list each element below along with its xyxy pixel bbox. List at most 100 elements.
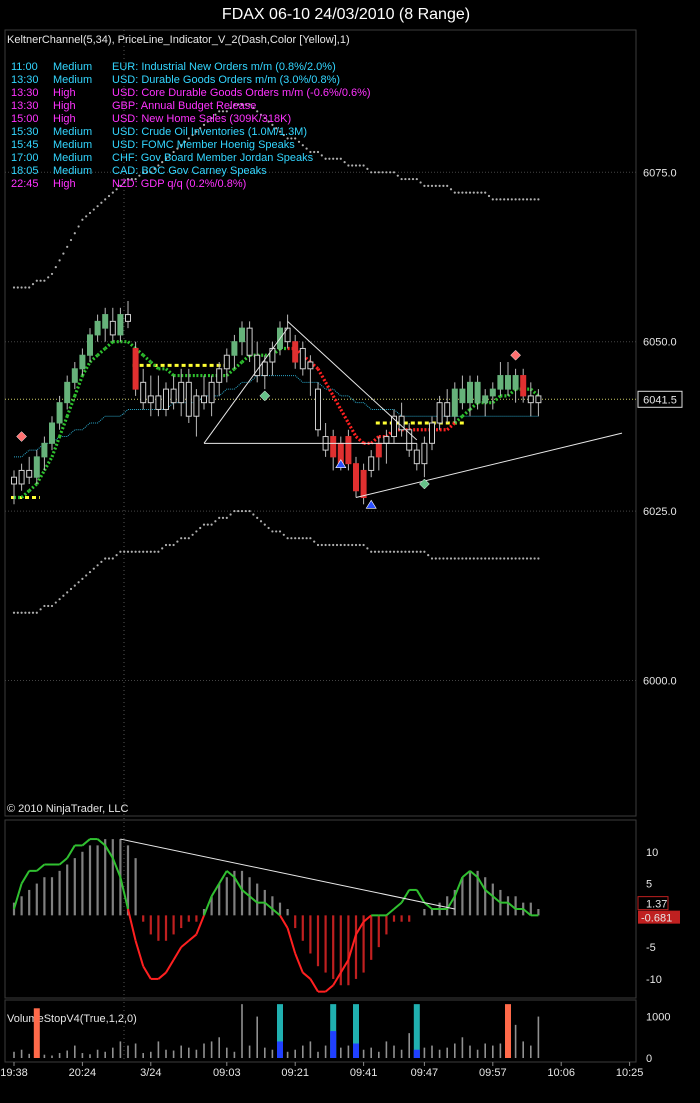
volume-bar xyxy=(378,1051,380,1058)
candle xyxy=(216,362,223,396)
keltner-lower-dot xyxy=(499,557,502,560)
volume-bar xyxy=(233,1051,236,1058)
candle-body xyxy=(451,388,458,417)
keltner-upper-dot xyxy=(537,198,540,201)
keltner-upper-dot xyxy=(66,245,69,248)
volume-bar xyxy=(446,1047,448,1058)
volume-panel[interactable]: VolumeStopV4(True,1,2,0) 1000 0 xyxy=(4,999,670,1065)
volume-bar xyxy=(226,1047,228,1058)
keltner-upper-dot xyxy=(373,171,377,174)
keltner-upper-dot xyxy=(305,147,308,150)
candle xyxy=(71,362,78,390)
keltner-lower-dot xyxy=(430,557,434,560)
macd-signal-segment xyxy=(309,978,319,993)
volume-bar xyxy=(362,1049,365,1058)
ma-fast-segment xyxy=(339,408,350,424)
macd-y-tick-label: 10 xyxy=(646,847,658,859)
volume-indicator-label: VolumeStopV4(True,1,2,0) xyxy=(7,1013,137,1025)
keltner-lower-dot xyxy=(161,547,164,550)
chart-title: FDAX 06-10 24/03/2010 (8 Range) xyxy=(222,6,470,23)
event-impact: Medium xyxy=(53,126,92,138)
candle-body xyxy=(421,442,428,465)
candle xyxy=(49,416,55,451)
volume-bar xyxy=(165,1049,167,1058)
keltner-upper-dot xyxy=(343,161,346,164)
keltner-upper-dot xyxy=(533,198,536,201)
event-time: 13:30 xyxy=(11,100,39,112)
keltner-lower-dot xyxy=(85,574,88,577)
candle-body xyxy=(109,320,116,336)
keltner-lower-dot xyxy=(438,557,441,560)
candlesticks[interactable] xyxy=(11,301,542,505)
keltner-upper-dot xyxy=(20,286,23,289)
keltner-upper-dot xyxy=(88,211,92,215)
keltner-lower-dot xyxy=(537,557,540,560)
price-y-tick-label: 6050.0 xyxy=(643,337,677,349)
keltner-lower-dot xyxy=(427,554,430,557)
macd-signal-segment xyxy=(172,946,183,961)
keltner-lower-dot xyxy=(256,516,259,519)
candle xyxy=(239,321,245,356)
volume-bar xyxy=(256,1016,258,1058)
ma-fast-segment xyxy=(491,394,502,404)
volume-bar xyxy=(309,1041,312,1058)
keltner-lower-dot xyxy=(491,557,494,560)
macd-panel[interactable]: 10 5 -5 -10 1.37 -0.681 xyxy=(4,819,680,999)
volume-bar xyxy=(492,1045,494,1058)
keltner-lower-dot xyxy=(233,509,236,513)
keltner-upper-dot xyxy=(362,164,365,167)
candle xyxy=(520,368,527,403)
keltner-upper-dot xyxy=(100,201,103,204)
keltner-lower-dot xyxy=(278,530,282,533)
candle xyxy=(413,443,420,471)
keltner-lower-dot xyxy=(514,557,517,560)
keltner-lower-dot xyxy=(92,567,95,570)
candle xyxy=(140,368,147,410)
keltner-lower-dot xyxy=(411,550,415,553)
candle xyxy=(451,382,458,423)
keltner-lower-dot xyxy=(138,550,141,553)
x-tick-label: 10:25 xyxy=(616,1067,644,1079)
keltner-upper-dot xyxy=(484,191,487,194)
candle-body xyxy=(94,320,101,336)
volume-bar xyxy=(89,1054,91,1058)
volume-bar xyxy=(423,1047,426,1058)
keltner-lower-dot xyxy=(168,543,171,547)
ma-fast-segment xyxy=(126,340,137,350)
keltner-lower-dot xyxy=(503,557,506,560)
volume-bar xyxy=(33,1008,40,1058)
keltner-upper-dot xyxy=(69,238,73,242)
keltner-upper-dot xyxy=(449,188,453,191)
event-impact: High xyxy=(53,100,76,112)
keltner-upper-dot xyxy=(495,198,498,201)
keltner-lower-dot xyxy=(442,557,445,560)
volume-bar xyxy=(484,1043,486,1058)
keltner-lower-dot xyxy=(187,537,190,540)
candle xyxy=(109,307,116,342)
macd-signal-segment xyxy=(13,883,23,910)
volume-bar xyxy=(127,1045,129,1058)
keltner-lower-dot xyxy=(100,560,103,564)
candle xyxy=(391,409,397,444)
volume-bar xyxy=(476,1049,479,1058)
candle xyxy=(505,362,511,396)
volume-bar xyxy=(505,1004,511,1058)
candle xyxy=(231,334,238,369)
trendlines[interactable] xyxy=(203,320,623,499)
event-time: 15:45 xyxy=(11,139,39,151)
keltner-lower-dot xyxy=(373,550,377,553)
keltner-lower-dot xyxy=(522,557,525,560)
keltner-lower-dot xyxy=(328,543,331,547)
event-impact: Medium xyxy=(53,165,92,177)
ma-fast-segment xyxy=(233,360,244,370)
candle xyxy=(147,375,154,417)
candle-body xyxy=(140,381,147,404)
candle xyxy=(11,470,17,505)
x-tick-label: 09:03 xyxy=(213,1067,241,1079)
keltner-upper-dot xyxy=(347,164,350,167)
keltner-upper-dot xyxy=(381,171,384,174)
volume-bar xyxy=(302,1045,304,1058)
price-panel[interactable]: 6075.0 6050.0 6025.0 6000.0 6041.5 KeltnerC… xyxy=(4,29,683,1062)
volume-bar xyxy=(203,1043,205,1058)
ma-fast-segment xyxy=(316,368,327,384)
